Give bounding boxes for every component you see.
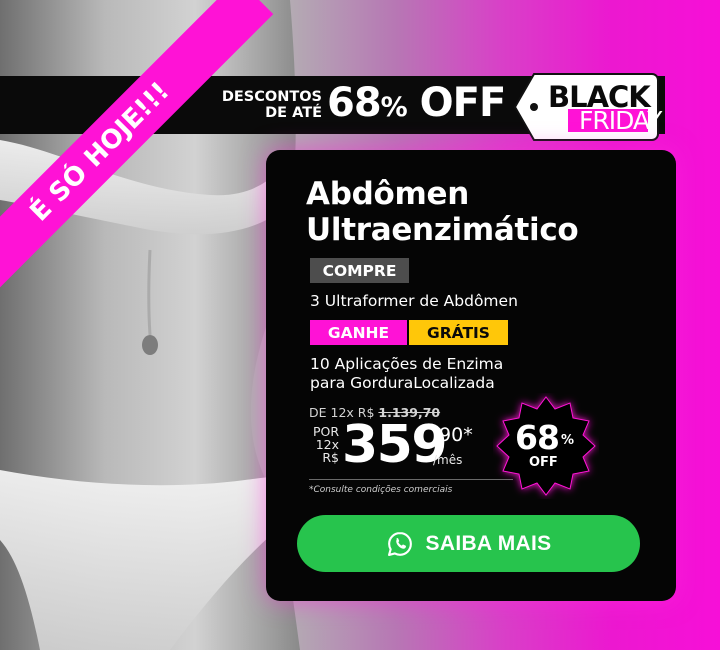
free-label-badge: GRÁTIS bbox=[409, 320, 508, 345]
saiba-mais-button[interactable]: SAIBA MAIS bbox=[297, 515, 640, 572]
gain-item-line1: 10 Aplicações de Enzima bbox=[310, 355, 504, 373]
badge-value: 68 bbox=[515, 418, 560, 457]
discount-caption: DESCONTOS DE ATÉ bbox=[210, 89, 322, 121]
gain-item-text: 10 Aplicações de Enzima para GorduraLoca… bbox=[310, 355, 550, 393]
buy-item-text: 3 Ultraformer de Abdômen bbox=[310, 292, 518, 310]
discount-caption-line2: DE ATÉ bbox=[265, 105, 322, 121]
gain-item-line2: para GorduraLocalizada bbox=[310, 374, 495, 392]
offer-title: Abdômen Ultraenzimático bbox=[306, 176, 579, 248]
gain-label-badge: GANHE bbox=[310, 320, 407, 345]
discount-value: 68 bbox=[327, 80, 382, 126]
whatsapp-icon bbox=[387, 531, 412, 556]
black-friday-line2: FRIDAY bbox=[579, 106, 662, 135]
discount-off: OFF bbox=[419, 80, 507, 126]
offer-title-line2: Ultraenzimático bbox=[306, 212, 579, 248]
discount-headline: 68% OFF bbox=[327, 80, 507, 126]
badge-percent: % bbox=[561, 433, 575, 448]
sale-price-prefix: POR 12x R$ bbox=[300, 425, 339, 464]
sale-price-main: 359 bbox=[342, 415, 448, 475]
price-divider bbox=[309, 479, 513, 480]
sale-price-period: /mês bbox=[433, 453, 463, 467]
badge-off: OFF bbox=[529, 455, 558, 470]
saiba-mais-label: SAIBA MAIS bbox=[425, 531, 552, 555]
promo-banner: DESCONTOS DE ATÉ 68% OFF BLACK FRIDAY É … bbox=[0, 0, 720, 650]
offer-title-line1: Abdômen bbox=[306, 176, 469, 212]
price-disclaimer: *Consulte condições comerciais bbox=[309, 485, 453, 495]
discount-percent: % bbox=[380, 92, 408, 123]
sale-price-cents: ,90* bbox=[433, 424, 473, 446]
sale-price-currency: R$ bbox=[322, 450, 339, 465]
buy-label-badge: COMPRE bbox=[310, 258, 409, 283]
discount-caption-line1: DESCONTOS bbox=[221, 89, 322, 105]
